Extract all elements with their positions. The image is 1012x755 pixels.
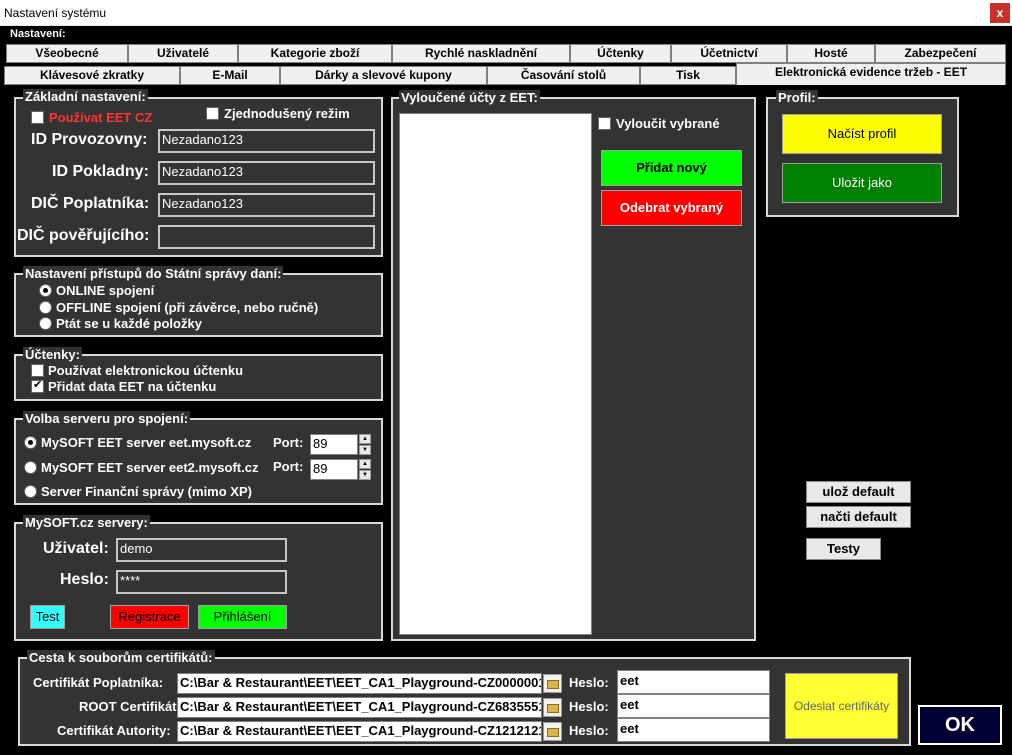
server3-label: Server Finanční správy (mimo XP) bbox=[41, 484, 252, 499]
port1-up-button[interactable]: ▲ bbox=[359, 434, 371, 444]
tab-klavesove-zkratky[interactable]: Klávesové zkratky bbox=[4, 66, 180, 85]
certificates-title: Cesta k souborům certifikátů: bbox=[27, 650, 215, 665]
server2-radio[interactable] bbox=[24, 461, 37, 474]
dic-poplatnika-label: DIČ Poplatníka: bbox=[31, 195, 150, 212]
close-button[interactable]: x bbox=[990, 3, 1010, 23]
remove-selected-button[interactable]: Odebrat vybraný bbox=[601, 190, 742, 226]
port2-down-button[interactable]: ▼ bbox=[359, 470, 371, 480]
load-default-button[interactable]: načti default bbox=[806, 506, 911, 528]
ask-each-radio[interactable] bbox=[39, 317, 52, 330]
folder-icon bbox=[547, 704, 559, 713]
access-settings-title: Nastavení přístupů do Státní správy daní… bbox=[23, 266, 284, 281]
port2-input[interactable]: 89 bbox=[310, 459, 358, 480]
cert-payer-pass-label: Heslo: bbox=[569, 675, 609, 690]
login-button[interactable]: Přihlášení bbox=[198, 605, 287, 629]
test-button[interactable]: Test bbox=[30, 605, 65, 629]
add-eet-data-label: Přidat data EET na účtenku bbox=[48, 379, 217, 394]
mysoft-user-input[interactable]: demo bbox=[116, 538, 287, 562]
authority-cert-pass-input[interactable]: eet bbox=[617, 718, 770, 742]
tab-kategorie-zbozi[interactable]: Kategorie zboží bbox=[238, 44, 392, 63]
server3-radio[interactable] bbox=[24, 485, 37, 498]
dic-poverujiciho-input[interactable] bbox=[158, 225, 375, 249]
mysoft-pass-input[interactable]: **** bbox=[116, 570, 287, 594]
tab-uzivatele[interactable]: Uživatelé bbox=[128, 44, 238, 63]
tab-uctenky[interactable]: Účtenky bbox=[570, 44, 671, 63]
port2-up-button[interactable]: ▲ bbox=[359, 459, 371, 469]
tab-tisk[interactable]: Tisk bbox=[640, 66, 736, 85]
save-default-button[interactable]: ulož default bbox=[806, 481, 911, 503]
registration-button[interactable]: Registrace bbox=[110, 605, 189, 629]
receipts-title: Účtenky: bbox=[23, 347, 82, 362]
tab-hoste[interactable]: Hosté bbox=[787, 44, 875, 63]
tab-zabezpeceni[interactable]: Zabezpečení bbox=[875, 44, 1006, 63]
folder-icon bbox=[547, 680, 559, 689]
add-new-button[interactable]: Přidat nový bbox=[601, 150, 742, 186]
tab-eet[interactable]: Elektronická evidence tržeb - EET bbox=[736, 63, 1006, 85]
mysoft-title: MySOFT.cz servery: bbox=[23, 515, 150, 530]
authority-cert-input[interactable]: C:\Bar & Restaurant\EET\EET_CA1_Playgrou… bbox=[177, 721, 542, 742]
simplified-mode-label: Zjednodušený režim bbox=[224, 106, 350, 121]
offline-label: OFFLINE spojení (při závěrce, nebo ručně… bbox=[56, 300, 319, 315]
root-cert-browse-button[interactable] bbox=[543, 698, 562, 717]
use-eet-label: Používat EET CZ bbox=[49, 110, 153, 125]
tab-casovani-stolu[interactable]: Časování stolů bbox=[487, 66, 640, 85]
root-cert-label: ROOT Certifikát: bbox=[79, 699, 181, 714]
cert-payer-browse-button[interactable] bbox=[543, 674, 562, 693]
simplified-mode-checkbox[interactable] bbox=[206, 107, 219, 120]
window-title: Nastavení systému bbox=[4, 6, 107, 20]
port1-down-button[interactable]: ▼ bbox=[359, 445, 371, 455]
server1-label: MySOFT EET server eet.mysoft.cz bbox=[41, 435, 252, 450]
ask-each-label: Ptát se u každé položky bbox=[56, 316, 202, 331]
save-as-button[interactable]: Uložit jako bbox=[782, 163, 942, 203]
tests-button[interactable]: Testy bbox=[806, 538, 881, 560]
tab-email[interactable]: E-Mail bbox=[180, 66, 280, 85]
tab-darky-kupony[interactable]: Dárky a slevové kupony bbox=[280, 66, 487, 85]
port2-label: Port: bbox=[273, 459, 304, 474]
excluded-accounts-list[interactable] bbox=[399, 113, 592, 635]
exclude-selected-checkbox[interactable] bbox=[598, 117, 611, 130]
online-radio[interactable] bbox=[39, 284, 52, 297]
electronic-receipt-checkbox[interactable] bbox=[31, 364, 44, 377]
cert-payer-pass-input[interactable]: eet bbox=[617, 670, 770, 694]
mysoft-pass-label: Heslo: bbox=[60, 571, 109, 588]
server2-label: MySOFT EET server eet2.mysoft.cz bbox=[41, 460, 259, 475]
id-pokladny-input[interactable]: Nezadano123 bbox=[158, 161, 375, 185]
basic-settings-title: Základní nastavení: bbox=[23, 89, 148, 104]
online-label: ONLINE spojení bbox=[56, 283, 155, 298]
cert-payer-label: Certifikát Poplatníka: bbox=[33, 675, 164, 690]
profile-title: Profil: bbox=[776, 90, 818, 105]
tab-ucetnictvi[interactable]: Účetnictví bbox=[671, 44, 787, 63]
authority-cert-browse-button[interactable] bbox=[543, 722, 562, 741]
authority-cert-label: Certifikát Autority: bbox=[57, 723, 171, 738]
root-cert-pass-input[interactable]: eet bbox=[617, 694, 770, 718]
use-eet-checkbox[interactable] bbox=[31, 111, 44, 124]
mysoft-user-label: Uživatel: bbox=[43, 540, 109, 557]
server1-radio[interactable] bbox=[24, 436, 37, 449]
cert-payer-input[interactable]: C:\Bar & Restaurant\EET\EET_CA1_Playgrou… bbox=[177, 673, 542, 694]
add-eet-data-checkbox[interactable] bbox=[31, 378, 44, 393]
send-certificates-button[interactable]: Odeslat certifikáty bbox=[785, 673, 898, 739]
id-provozovny-input[interactable]: Nezadano123 bbox=[158, 129, 375, 153]
server-title: Volba serveru pro spojení: bbox=[23, 411, 191, 426]
authority-cert-pass-label: Heslo: bbox=[569, 723, 609, 738]
exclude-selected-label: Vyloučit vybrané bbox=[616, 116, 720, 131]
id-pokladny-label: ID Pokladny: bbox=[52, 163, 149, 180]
excluded-accounts-title: Vyloučené účty z EET: bbox=[399, 90, 540, 105]
id-provozovny-label: ID Provozovny: bbox=[31, 131, 148, 148]
dic-poverujiciho-label: DIČ pověřujícího: bbox=[17, 227, 150, 244]
settings-label: Nastavení: bbox=[10, 28, 66, 40]
title-bar bbox=[0, 0, 1012, 26]
electronic-receipt-label: Používat elektronickou účtenku bbox=[48, 363, 244, 378]
dic-poplatnika-input[interactable]: Nezadano123 bbox=[158, 193, 375, 217]
ok-button[interactable]: OK bbox=[918, 705, 1002, 745]
offline-radio[interactable] bbox=[39, 301, 52, 314]
port1-input[interactable]: 89 bbox=[310, 434, 358, 455]
tab-vseobecne[interactable]: Všeobecné bbox=[6, 44, 128, 63]
root-cert-pass-label: Heslo: bbox=[569, 699, 609, 714]
tab-rychle-naskladneni[interactable]: Rychlé naskladnění bbox=[392, 44, 570, 63]
load-profile-button[interactable]: Načíst profil bbox=[782, 114, 942, 154]
folder-icon bbox=[547, 728, 559, 737]
port1-label: Port: bbox=[273, 435, 304, 450]
root-cert-input[interactable]: C:\Bar & Restaurant\EET\EET_CA1_Playgrou… bbox=[177, 697, 542, 718]
